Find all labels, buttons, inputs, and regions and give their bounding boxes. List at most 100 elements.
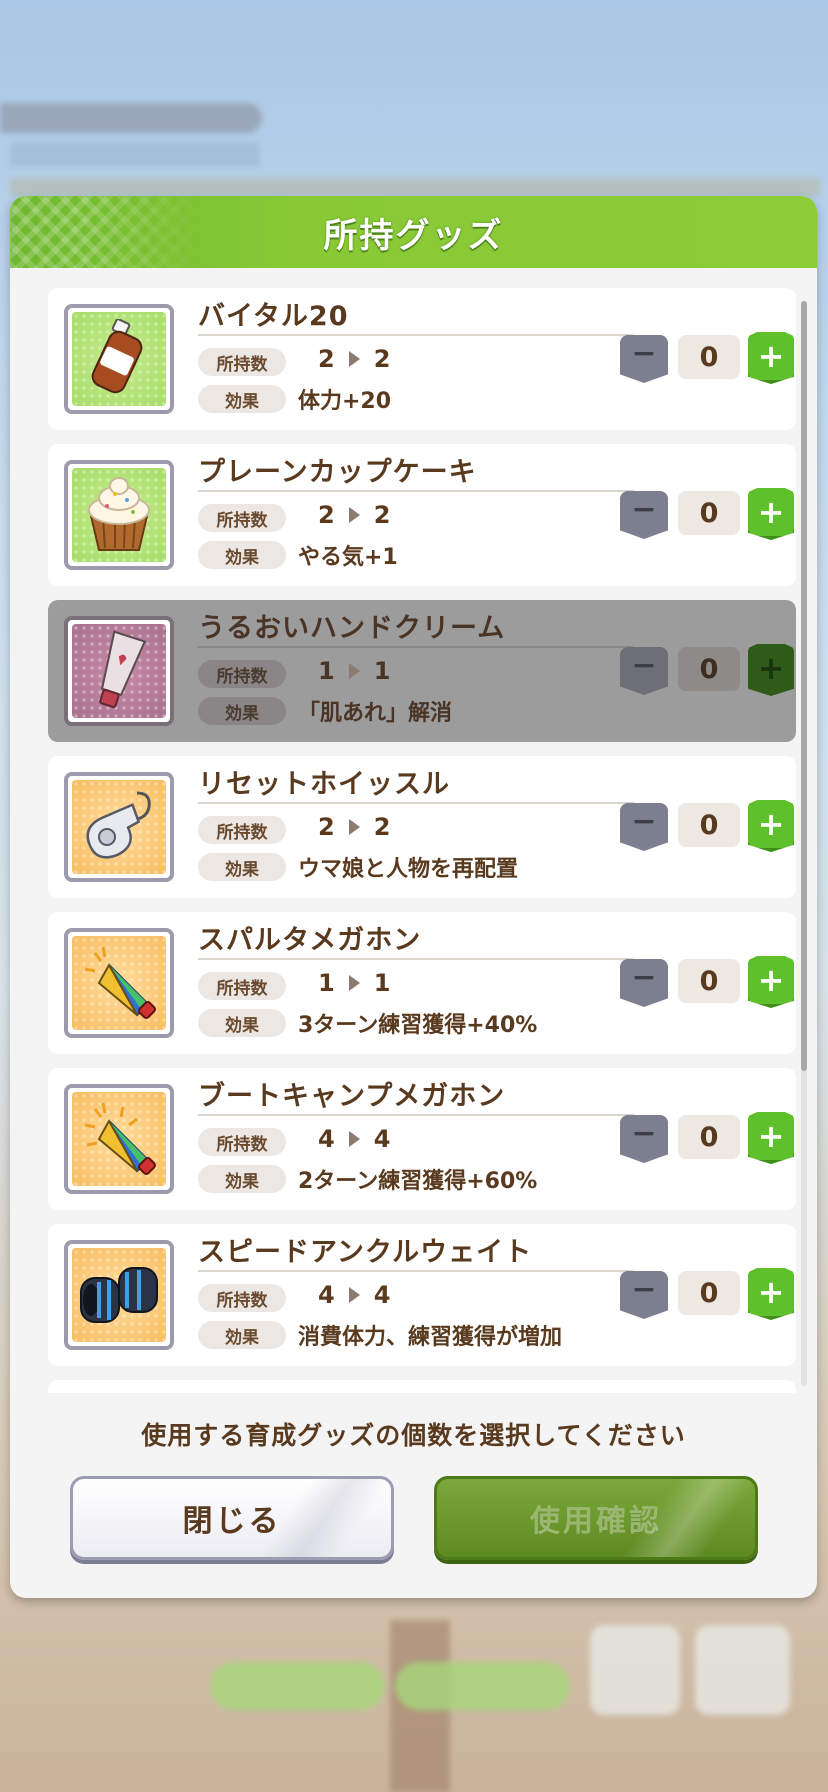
- use-count: 0: [678, 491, 740, 535]
- plus-icon: +: [757, 1117, 785, 1155]
- goods-item[interactable]: スパルタメガホン 所持数 1 1 効果 3ターン練習獲得+40% − 0 +: [48, 912, 796, 1054]
- divider: [198, 802, 634, 804]
- owned-after: 1: [373, 657, 391, 685]
- divider: [198, 1114, 634, 1116]
- owned-after: 4: [373, 1281, 391, 1309]
- owned-quantity: 2 2: [318, 501, 390, 529]
- effect-text: 体力+20: [298, 389, 392, 414]
- effect-text: 「肌あれ」解消: [298, 701, 453, 726]
- effect-text: やる気+1: [298, 545, 398, 570]
- close-button-label: 閉じる: [182, 1504, 282, 1539]
- decrement-button[interactable]: −: [620, 335, 668, 383]
- owned-after: 2: [373, 345, 391, 373]
- increment-button[interactable]: +: [748, 1112, 794, 1164]
- increment-button[interactable]: +: [748, 488, 794, 540]
- increment-button[interactable]: +: [748, 800, 794, 852]
- plus-icon: +: [757, 649, 785, 687]
- use-count: 0: [678, 647, 740, 691]
- background-info-bar: [10, 143, 260, 167]
- minus-icon: −: [631, 1116, 657, 1151]
- owned-before: 4: [318, 1281, 335, 1309]
- owned-label: 所持数: [198, 660, 286, 688]
- arrow-right-icon: [348, 663, 360, 679]
- dialog-header: 所持グッズ: [10, 196, 817, 268]
- background-icon-button: [590, 1625, 680, 1715]
- owned-after: 2: [373, 813, 391, 841]
- effect-label: 効果: [198, 1165, 286, 1193]
- increment-button[interactable]: +: [748, 644, 794, 696]
- item-name: バイタル20: [198, 301, 349, 332]
- decrement-button[interactable]: −: [620, 959, 668, 1007]
- owned-quantity: 4 4: [318, 1125, 390, 1153]
- plus-icon: +: [757, 1273, 785, 1311]
- goods-item[interactable]: プレーンカップケーキ 所持数 2 2 効果 やる気+1 − 0 +: [48, 444, 796, 586]
- item-name: スパルタメガホン: [198, 925, 422, 956]
- owned-label: 所持数: [198, 972, 286, 1000]
- effect-label: 効果: [198, 1321, 286, 1349]
- owned-quantity: 1 1: [318, 657, 390, 685]
- owned-after: 4: [373, 1125, 391, 1153]
- item-name: ブートキャンプメガホン: [198, 1081, 506, 1112]
- divider: [198, 646, 634, 648]
- goods-list[interactable]: バイタル20 所持数 2 2 効果 体力+20 − 0 + プレーンカップケーキ…: [22, 288, 817, 1393]
- decrement-button[interactable]: −: [620, 803, 668, 851]
- goods-item[interactable]: ブートキャンプメガホン 所持数 4 4 効果 2ターン練習獲得+60% − 0 …: [48, 1068, 796, 1210]
- effect-text: 2ターン練習獲得+60%: [298, 1169, 538, 1194]
- effect-text: 消費体力、練習獲得が増加: [298, 1325, 563, 1350]
- item-thumbnail: [64, 928, 174, 1038]
- decrement-button[interactable]: −: [620, 647, 668, 695]
- background-status-bar: [0, 103, 262, 133]
- owned-label: 所持数: [198, 816, 286, 844]
- plus-icon: +: [757, 493, 785, 531]
- item-name: スピードアンクルウェイト: [198, 1237, 533, 1268]
- effect-label: 効果: [198, 853, 286, 881]
- goods-item-partial[interactable]: [48, 1380, 796, 1393]
- arrow-right-icon: [348, 351, 360, 367]
- minus-icon: −: [631, 960, 657, 995]
- divider: [198, 334, 634, 336]
- use-count: 0: [678, 803, 740, 847]
- megaphone-icon: [72, 1092, 166, 1186]
- item-thumbnail: [64, 772, 174, 882]
- owned-before: 2: [318, 345, 335, 373]
- owned-quantity: 1 1: [318, 969, 390, 997]
- use-count: 0: [678, 335, 740, 379]
- arrow-right-icon: [348, 819, 360, 835]
- item-thumbnail: [64, 460, 174, 570]
- minus-icon: −: [631, 492, 657, 527]
- item-thumbnail: [64, 1084, 174, 1194]
- owned-label: 所持数: [198, 348, 286, 376]
- effect-label: 効果: [198, 697, 286, 725]
- owned-before: 2: [318, 501, 335, 529]
- arrow-right-icon: [348, 507, 360, 523]
- owned-goods-dialog: 所持グッズ バイタル20 所持数 2 2 効果 体力+20 − 0 + プレーン…: [10, 196, 817, 1598]
- goods-item[interactable]: バイタル20 所持数 2 2 効果 体力+20 − 0 +: [48, 288, 796, 430]
- owned-quantity: 2 2: [318, 345, 390, 373]
- item-thumbnail: [64, 1240, 174, 1350]
- increment-button[interactable]: +: [748, 1268, 794, 1320]
- goods-item[interactable]: スピードアンクルウェイト 所持数 4 4 効果 消費体力、練習獲得が増加 − 0…: [48, 1224, 796, 1366]
- increment-button[interactable]: +: [748, 332, 794, 384]
- owned-label: 所持数: [198, 504, 286, 532]
- decrement-button[interactable]: −: [620, 1271, 668, 1319]
- divider: [198, 958, 634, 960]
- item-thumbnail: [64, 616, 174, 726]
- owned-before: 2: [318, 813, 335, 841]
- owned-quantity: 2 2: [318, 813, 390, 841]
- decrement-button[interactable]: −: [620, 491, 668, 539]
- cupcake-icon: [72, 468, 166, 562]
- whistle-icon: [72, 780, 166, 874]
- goods-item-disabled[interactable]: うるおいハンドクリーム 所持数 1 1 効果 「肌あれ」解消 − 0 +: [48, 600, 796, 742]
- divider: [198, 1270, 634, 1272]
- confirm-use-button[interactable]: 使用確認: [434, 1476, 758, 1560]
- item-thumbnail: [64, 304, 174, 414]
- close-button[interactable]: 閉じる: [70, 1476, 394, 1560]
- instruction-text: 使用する育成グッズの個数を選択してください: [141, 1421, 686, 1450]
- ankle-weight-icon: [72, 1248, 166, 1342]
- bottle-icon: [72, 312, 166, 406]
- decrement-button[interactable]: −: [620, 1115, 668, 1163]
- increment-button[interactable]: +: [748, 956, 794, 1008]
- effect-text: ウマ娘と人物を再配置: [298, 857, 519, 882]
- goods-item[interactable]: リセットホイッスル 所持数 2 2 効果 ウマ娘と人物を再配置 − 0 +: [48, 756, 796, 898]
- dialog-title: 所持グッズ: [323, 215, 504, 256]
